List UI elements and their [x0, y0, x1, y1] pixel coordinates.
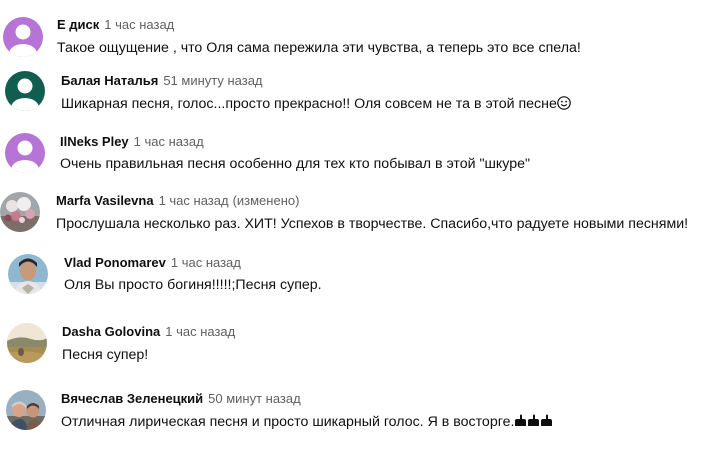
avatar[interactable] [7, 323, 47, 363]
comment-item: Балая Наталья 51 минуту назад Шикарная пе… [0, 64, 706, 120]
comment-time[interactable]: 1 час назад [159, 193, 229, 208]
default-purple-avatar [5, 133, 45, 173]
comment-text-line: Шикарная песня, голос...просто прекрасно… [61, 94, 571, 116]
man-photo-avatar [8, 254, 48, 294]
comment-time[interactable]: 50 минут назад [208, 391, 301, 406]
comment-text: Прослушала несколько раз. ХИТ! Успехов в… [56, 216, 689, 232]
comment-text: Оля Вы просто богиня!!!!!;Песня супер. [64, 277, 322, 293]
default-purple-avatar [3, 17, 43, 57]
comment-time[interactable]: 1 час назад [171, 255, 241, 270]
edited-label: (изменено) [232, 193, 300, 208]
comment-time[interactable]: 1 час назад [134, 134, 204, 149]
comment-text: Песня супер! [62, 347, 149, 363]
people-photo-avatar [6, 390, 46, 430]
comment-item: Vlad Ponomarev 1 час назад Оля Вы просто … [0, 245, 706, 301]
comment-text: Отличная лирическая песня и просто шикар… [61, 414, 515, 430]
comment-item: Dasha Golovina 1 час назад Песня супер! [0, 315, 706, 371]
comment-author[interactable]: Е диск [57, 17, 99, 32]
comment-text-line: Отличная лирическая песня и просто шикар… [61, 412, 554, 434]
comment-author[interactable]: Vlad Ponomarev [64, 255, 166, 270]
comment-author[interactable]: Вячеслав Зеленецкий [61, 391, 203, 406]
avatar[interactable] [8, 254, 48, 294]
pointing-hands-emoji [514, 414, 554, 434]
comment-item: Е диск 1 час назад Такое ощущение , что О… [0, 8, 706, 64]
comment-item: IlNeks Pley 1 час назад Очень правильная … [0, 124, 706, 180]
comment-time[interactable]: 51 минуту назад [163, 73, 262, 88]
comment-text: Очень правильная песня особенно для тех … [60, 156, 531, 172]
avatar[interactable] [5, 71, 45, 111]
comment-item: Вячеслав Зеленецкий 50 минут назад Отличн… [0, 382, 706, 438]
comment-text: Такое ощущение , что Оля сама пережила э… [57, 40, 581, 56]
avatar[interactable] [5, 133, 45, 173]
comment-author[interactable]: Marfa Vasilevna [56, 193, 154, 208]
smiling-face-emoji [557, 96, 571, 116]
landscape-photo-avatar [7, 323, 47, 363]
avatar[interactable] [6, 390, 46, 430]
flowers-photo-avatar [0, 192, 40, 232]
comment-time[interactable]: 1 час назад [165, 324, 235, 339]
avatar[interactable] [3, 17, 43, 57]
comment-text: Шикарная песня, голос...просто прекрасно… [61, 96, 557, 112]
comment-time[interactable]: 1 час назад [104, 17, 174, 32]
comment-author[interactable]: Dasha Golovina [62, 324, 160, 339]
comment-item: Marfa Vasilevna 1 час назад (изменено) Про… [0, 184, 706, 240]
comment-author[interactable]: IlNeks Pley [60, 134, 129, 149]
avatar[interactable] [0, 192, 40, 232]
comment-author[interactable]: Балая Наталья [61, 73, 158, 88]
default-teal-avatar [5, 71, 45, 111]
